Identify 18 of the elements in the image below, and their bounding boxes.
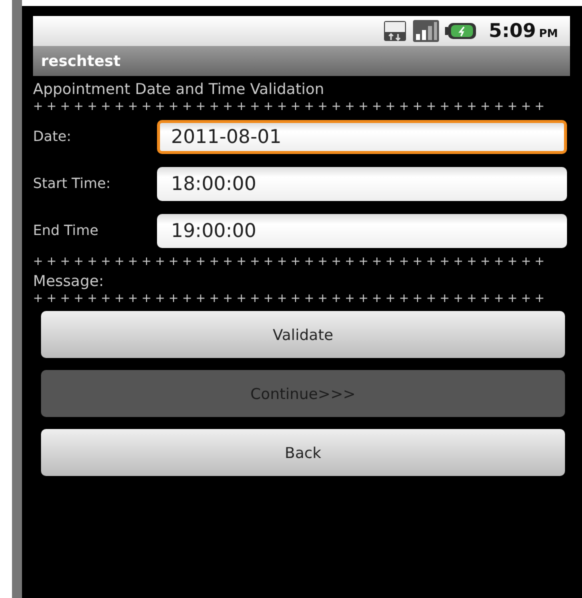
- field-label: Start Time:: [33, 176, 112, 192]
- field-label: Date:: [33, 128, 72, 144]
- signal-icon: [412, 20, 439, 42]
- separator-line: ++++++++++++++++++++++++++++++++++++++: [33, 254, 550, 268]
- clock-period: PM: [538, 27, 558, 40]
- action-button[interactable]: Back: [41, 429, 565, 476]
- app-title: reschtest: [41, 52, 121, 70]
- field-label: End Time: [33, 222, 100, 238]
- separator-line: ++++++++++++++++++++++++++++++++++++++: [33, 99, 550, 113]
- clock-time: 5:09: [488, 20, 536, 42]
- separator-line: ++++++++++++++++++++++++++++++++++++++: [33, 291, 550, 305]
- action-button[interactable]: Validate: [41, 311, 565, 358]
- message-label: Message:: [33, 271, 105, 291]
- input-field[interactable]: 2011-08-01: [157, 120, 567, 154]
- battery-icon: [444, 22, 477, 40]
- input-field[interactable]: 18:00:00: [157, 166, 567, 200]
- input-field[interactable]: 19:00:00: [157, 214, 567, 248]
- heading: Appointment Date and Time Validation: [33, 79, 326, 99]
